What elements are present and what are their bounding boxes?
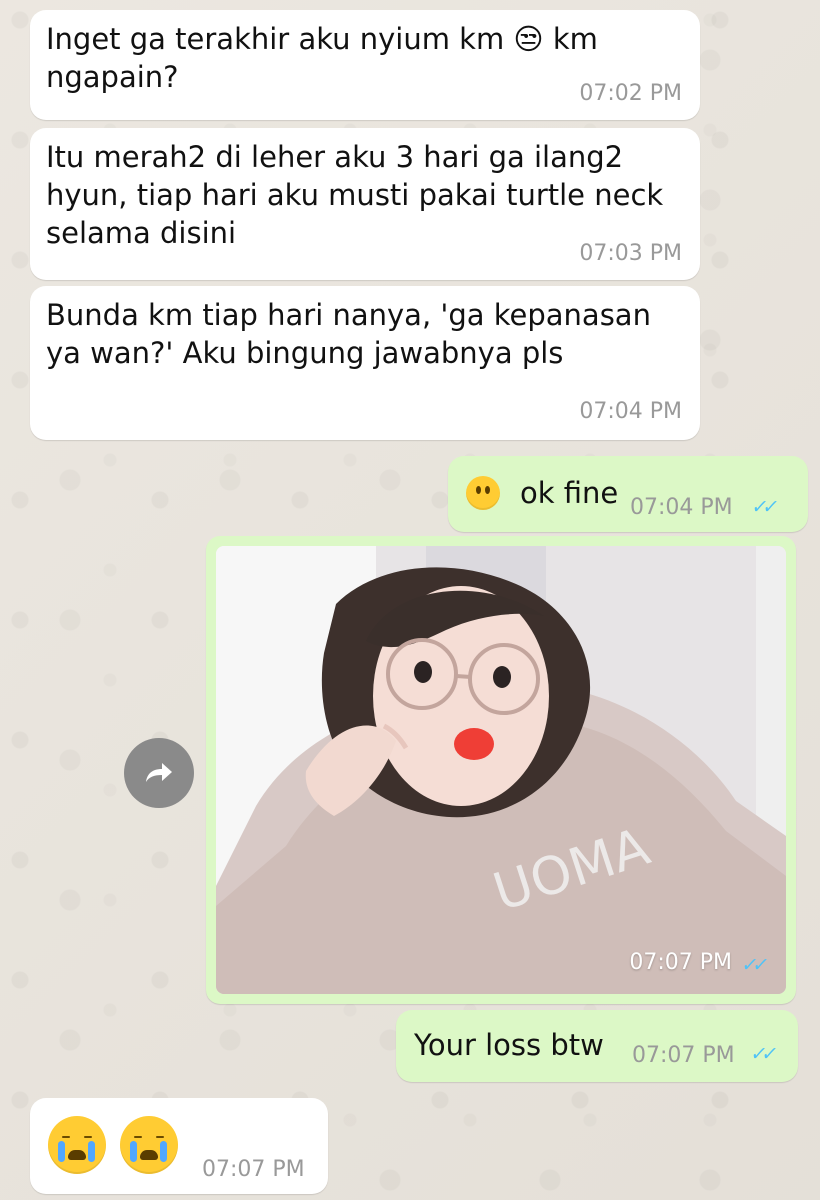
selfie-image: UOMA (216, 546, 786, 994)
message-time: 07:02 PM (579, 81, 682, 106)
message-text: Your loss btw (414, 1028, 604, 1062)
message-time: 07:03 PM (579, 241, 682, 266)
forward-button[interactable] (124, 738, 194, 808)
message-text: Itu merah2 di leher aku 3 hari ga ilang2… (46, 140, 664, 250)
message-time: 07:07 PM (632, 1043, 735, 1068)
incoming-message-1[interactable]: Inget ga terakhir aku nyium km 😒 km ngap… (30, 10, 700, 120)
outgoing-image-message[interactable]: UOMA (206, 536, 796, 1004)
image-message-time: 07:07 PM (629, 950, 732, 975)
message-time: 07:04 PM (630, 495, 733, 520)
neutral-face-icon (466, 476, 500, 510)
read-ticks-icon: ✓✓ (750, 496, 776, 518)
forward-arrow-icon (146, 763, 172, 782)
message-text: Bunda km tiap hari nanya, 'ga kepanasan … (46, 298, 651, 370)
outgoing-message-ok-fine[interactable]: ok fine 07:04 PM ✓✓ (448, 456, 808, 532)
loudly-crying-face-icon (48, 1116, 106, 1174)
message-time: 07:07 PM (202, 1157, 305, 1182)
incoming-message-3[interactable]: Bunda km tiap hari nanya, 'ga kepanasan … (30, 286, 700, 440)
outgoing-message-your-loss[interactable]: Your loss btw 07:07 PM ✓✓ (396, 1010, 798, 1082)
incoming-message-2[interactable]: Itu merah2 di leher aku 3 hari ga ilang2… (30, 128, 700, 280)
image-read-ticks-icon: ✓✓ (740, 954, 766, 976)
message-time: 07:04 PM (579, 399, 682, 424)
incoming-message-crying[interactable]: 😭😭 07:07 PM (30, 1098, 328, 1194)
selfie-photo[interactable]: UOMA (216, 546, 786, 994)
loudly-crying-face-icon (120, 1116, 178, 1174)
read-ticks-icon: ✓✓ (749, 1043, 775, 1065)
message-text: ok fine (520, 476, 619, 510)
